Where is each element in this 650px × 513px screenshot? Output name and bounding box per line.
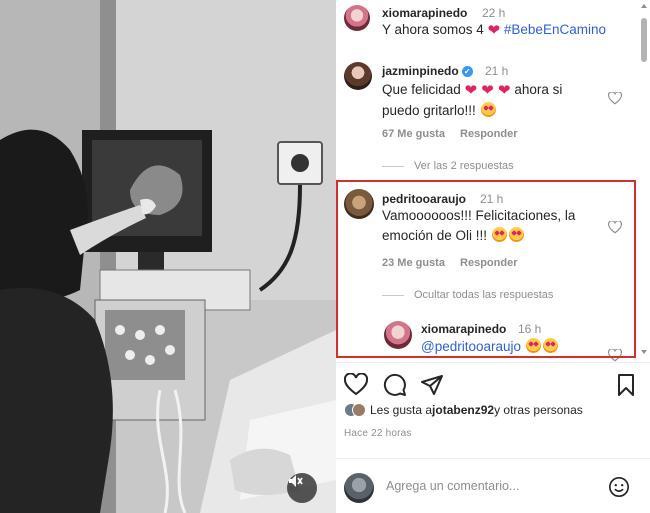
mute-icon (289, 475, 303, 487)
divider (382, 165, 404, 167)
reply-link[interactable]: Responder (460, 257, 517, 269)
comment-time: 21 h (485, 64, 509, 78)
hashtag-link[interactable]: #BebeEnCamino (504, 22, 606, 37)
reply-time: 16 h (518, 322, 542, 336)
scroll-up-arrow-icon[interactable] (641, 4, 647, 8)
avatar[interactable] (344, 5, 370, 31)
comment-icon[interactable] (383, 373, 407, 397)
heart-eyes-emoji (542, 338, 558, 353)
red-heart-emoji: ❤ ❤ ❤ (464, 82, 511, 99)
comment-username-text: jazminpinedo (382, 64, 459, 78)
comment-username[interactable]: pedritooaraujo (382, 192, 466, 206)
avatar[interactable] (344, 189, 374, 219)
reply-link[interactable]: Responder (460, 128, 517, 140)
share-icon[interactable] (420, 373, 444, 397)
comment-input[interactable] (386, 475, 596, 497)
heart-eyes-emoji (480, 102, 496, 117)
divider (382, 294, 404, 296)
comment-text: Y ahora somos 4 ❤ #BebeEnCamino (382, 20, 606, 41)
like-comment-heart-icon[interactable] (608, 92, 622, 105)
comment-body: emoción de Oli !!! (382, 228, 491, 243)
verified-badge-icon: ✓ (461, 66, 473, 77)
post-actions: Les gusta a jotabenz92 y otras personas … (336, 362, 650, 513)
comment-body: Que felicidad (382, 82, 465, 97)
mention-link[interactable]: @pedritooaraujo (421, 339, 521, 354)
like-comment-heart-icon[interactable] (608, 221, 622, 234)
instagram-post-view: xiomarapinedo 22 h Y ahora somos 4 ❤ #Be… (0, 0, 650, 513)
comment-body: puedo gritarlo!!! (382, 103, 480, 118)
liked-by-suffix[interactable]: y otras personas (494, 403, 583, 417)
reply-username[interactable]: xiomarapinedo (421, 322, 506, 336)
heart-eyes-emoji (491, 227, 507, 242)
liked-by-prefix: Les gusta a (370, 403, 433, 417)
red-heart-emoji: ❤ (487, 22, 501, 39)
comment-text: Que felicidad ❤ ❤ ❤ ahora si puedo grita… (382, 80, 562, 121)
comment-meta: 23 Me gusta Responder (382, 257, 530, 269)
liked-by-avatars (344, 403, 366, 417)
hide-replies-label: Ocultar todas las respuestas (414, 289, 554, 301)
comment-meta: 67 Me gusta Responder (382, 128, 530, 140)
comments-list[interactable]: xiomarapinedo 22 h Y ahora somos 4 ❤ #Be… (336, 0, 650, 362)
view-replies[interactable]: Ver las 2 respuestas (382, 160, 514, 172)
emoji-icon[interactable] (608, 476, 630, 498)
liked-by: Les gusta a jotabenz92 y otras personas (344, 403, 583, 417)
comment-username[interactable]: jazminpinedo ✓ (382, 64, 473, 78)
liked-by-user[interactable]: jotabenz92 (432, 403, 494, 417)
post-date: Hace 22 horas (344, 428, 412, 439)
comment-likes[interactable]: 23 Me gusta (382, 257, 445, 269)
current-user-avatar (344, 473, 374, 503)
comment-time: 21 h (480, 192, 504, 206)
like-reply-heart-icon[interactable] (608, 349, 622, 362)
comment-body: ahora si (510, 82, 563, 97)
heart-icon[interactable] (344, 373, 368, 397)
add-comment-bar (336, 458, 650, 513)
reply-text: @pedritooaraujo (421, 337, 559, 357)
avatar[interactable] (344, 62, 372, 90)
bookmark-icon[interactable] (614, 373, 638, 397)
heart-eyes-emoji (508, 227, 524, 242)
comment-username[interactable]: xiomarapinedo (382, 6, 467, 20)
hide-replies[interactable]: Ocultar todas las respuestas (382, 289, 553, 301)
view-replies-label: Ver las 2 respuestas (414, 160, 514, 172)
comment-likes[interactable]: 67 Me gusta (382, 128, 445, 140)
comments-scrollbar[interactable] (641, 4, 647, 354)
post-photo[interactable] (0, 0, 336, 513)
comments-panel: xiomarapinedo 22 h Y ahora somos 4 ❤ #Be… (336, 0, 650, 513)
comment-time: 22 h (482, 6, 506, 20)
ultrasound-room-image (0, 0, 336, 513)
comment-body: Y ahora somos 4 (382, 22, 488, 37)
scroll-down-arrow-icon[interactable] (641, 350, 647, 354)
comment-text: Vamoooooos!!! Felicitaciones, la emoción… (382, 206, 575, 246)
heart-eyes-emoji (525, 338, 541, 353)
avatar[interactable] (384, 321, 412, 349)
comment-body: Vamoooooos!!! Felicitaciones, la (382, 208, 576, 223)
avatar (352, 403, 366, 417)
scroll-thumb[interactable] (641, 18, 647, 62)
mute-button[interactable] (287, 473, 317, 503)
